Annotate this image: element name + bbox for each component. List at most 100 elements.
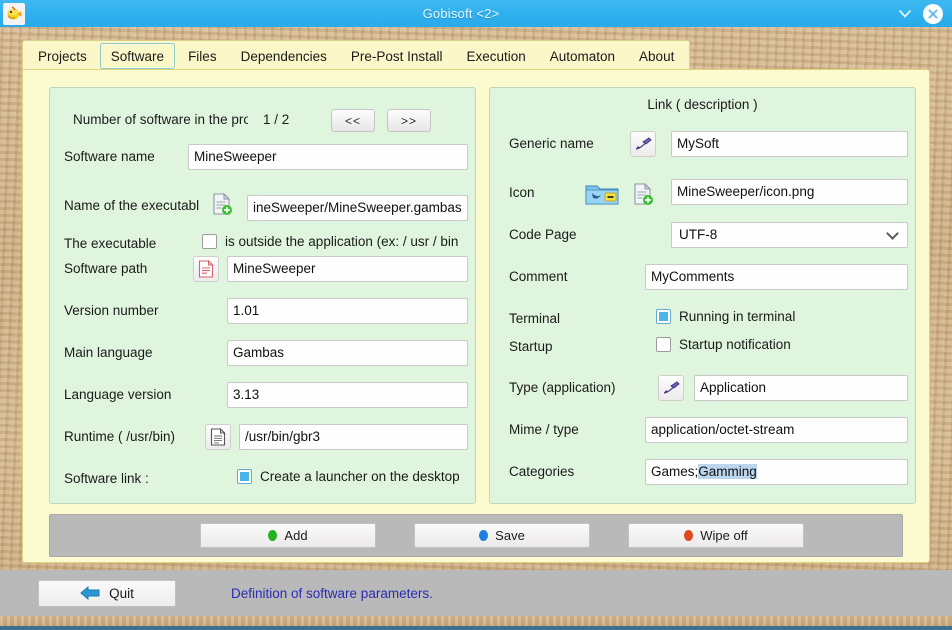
startup-label: Startup [509, 339, 553, 354]
application-window: Gobisoft <2> Projects Software Files Dep… [0, 0, 952, 630]
status-bar: Quit Definition of software parameters. [0, 570, 952, 616]
checkbox-box [656, 337, 671, 352]
gobi-mascot-icon [3, 2, 25, 25]
version-number-input[interactable]: 1.01 [227, 298, 468, 324]
type-application-input[interactable]: Application [694, 375, 908, 401]
browse-icon-file-icon[interactable] [628, 179, 658, 209]
add-status-dot-icon [268, 530, 278, 541]
save-button-label: Save [495, 528, 525, 543]
create-launcher-checkbox[interactable]: Create a launcher on the desktop [237, 469, 460, 484]
code-page-label: Code Page [509, 227, 577, 242]
software-details-panel: Number of software in the pro 1 / 2 << >… [49, 87, 476, 504]
tab-software[interactable]: Software [99, 43, 176, 69]
tab-label: Pre-Post Install [350, 48, 443, 64]
tab-about[interactable]: About [628, 43, 685, 69]
categories-input[interactable]: Games;Gamming [645, 459, 908, 485]
software-count-value: 1 / 2 [263, 112, 290, 127]
edit-generic-name-icon[interactable] [630, 131, 656, 157]
back-arrow-icon [80, 586, 100, 600]
tab-files[interactable]: Files [177, 43, 228, 69]
checkbox-label: Running in terminal [679, 309, 796, 324]
checkbox-label: is outside the application (ex: / usr / … [225, 234, 459, 249]
categories-text-selected: Gamming [698, 464, 757, 479]
software-link-label: Software link : [64, 471, 149, 486]
software-name-label: Software name [64, 149, 155, 164]
icon-path-input[interactable]: MineSweeper/icon.png [671, 179, 908, 205]
main-language-input[interactable]: Gambas [227, 340, 468, 366]
terminal-label: Terminal [509, 311, 561, 326]
software-count-label: Number of software in the pro [73, 112, 248, 127]
executable-name-label: Name of the executabl [64, 198, 200, 213]
link-description-panel: Link ( description ) Generic name MySoft… [489, 87, 916, 504]
wipe-off-button[interactable]: Wipe off [628, 523, 804, 548]
code-page-value: UTF-8 [679, 227, 718, 242]
checkbox-label: Startup notification [679, 337, 791, 352]
tab-label: Files [188, 48, 217, 64]
browse-software-path-icon[interactable] [193, 256, 219, 282]
add-button[interactable]: Add [200, 523, 376, 548]
icon-folder-icon[interactable] [583, 179, 621, 209]
mime-type-label: Mime / type [509, 422, 579, 437]
browse-runtime-icon[interactable] [205, 424, 231, 450]
previous-software-button[interactable]: << [331, 109, 375, 132]
comment-label: Comment [509, 269, 568, 284]
type-application-label: Type (application) [509, 380, 616, 395]
language-version-label: Language version [64, 387, 172, 402]
status-message: Definition of software parameters. [231, 585, 433, 601]
link-description-title: Link ( description ) [647, 97, 758, 112]
tab-label: Software [110, 48, 165, 64]
tab-execution[interactable]: Execution [455, 43, 536, 69]
window-title: Gobisoft <2> [422, 6, 500, 21]
main-language-label: Main language [64, 345, 153, 360]
software-path-input[interactable]: MineSweeper [227, 256, 468, 282]
categories-label: Categories [509, 464, 575, 479]
wipe-off-button-label: Wipe off [700, 528, 748, 543]
runtime-label: Runtime ( /usr/bin) [64, 429, 176, 444]
title-bar: Gobisoft <2> [0, 0, 952, 27]
browse-executable-icon[interactable] [207, 189, 237, 219]
tab-label: Projects [38, 48, 87, 64]
version-number-label: Version number [64, 303, 159, 318]
wipe-status-dot-icon [684, 530, 694, 541]
content-frame: Number of software in the pro 1 / 2 << >… [22, 69, 930, 563]
mime-type-input[interactable]: application/octet-stream [645, 417, 908, 443]
checkbox-box [656, 309, 671, 324]
comment-input[interactable]: MyComments [645, 264, 908, 290]
code-page-select[interactable]: UTF-8 [671, 222, 908, 248]
running-in-terminal-checkbox[interactable]: Running in terminal [656, 309, 795, 324]
checkbox-box [202, 234, 217, 249]
runtime-input[interactable]: /usr/bin/gbr3 [239, 424, 468, 450]
executable-name-input[interactable]: ineSweeper/MineSweeper.gambas [247, 195, 468, 221]
generic-name-input[interactable]: MySoft [671, 131, 908, 157]
bottom-edge-bar [0, 626, 952, 630]
window-controls [897, 3, 943, 24]
minimize-icon[interactable] [897, 6, 913, 22]
tab-label: Execution [466, 48, 526, 64]
add-button-label: Add [284, 528, 308, 543]
tab-label: About [639, 48, 675, 64]
tab-label: Automaton [549, 48, 616, 64]
save-status-dot-icon [479, 530, 489, 541]
tab-projects[interactable]: Projects [27, 43, 98, 69]
tab-label: Dependencies [240, 48, 327, 64]
checkbox-label: Create a launcher on the desktop [260, 469, 460, 484]
startup-notification-checkbox[interactable]: Startup notification [656, 337, 791, 352]
executable-label: The executable [64, 236, 157, 251]
quit-button[interactable]: Quit [38, 579, 176, 607]
tab-bar: Projects Software Files Dependencies Pre… [22, 40, 691, 71]
software-path-label: Software path [64, 261, 148, 276]
tab-dependencies[interactable]: Dependencies [230, 43, 338, 69]
save-button[interactable]: Save [414, 523, 590, 548]
quit-button-label: Quit [109, 585, 134, 601]
categories-text-plain: Games; [651, 464, 699, 479]
language-version-input[interactable]: 3.13 [227, 382, 468, 408]
edit-type-icon[interactable] [658, 375, 684, 401]
icon-label: Icon [509, 185, 535, 200]
chevron-down-icon [888, 229, 899, 236]
close-icon[interactable] [923, 3, 943, 24]
next-software-button[interactable]: >> [387, 109, 431, 132]
tab-automaton[interactable]: Automaton [539, 43, 626, 69]
tab-pre-post-install[interactable]: Pre-Post Install [340, 43, 454, 69]
software-name-input[interactable]: MineSweeper [188, 144, 468, 170]
executable-outside-checkbox[interactable]: is outside the application (ex: / usr / … [202, 234, 458, 249]
